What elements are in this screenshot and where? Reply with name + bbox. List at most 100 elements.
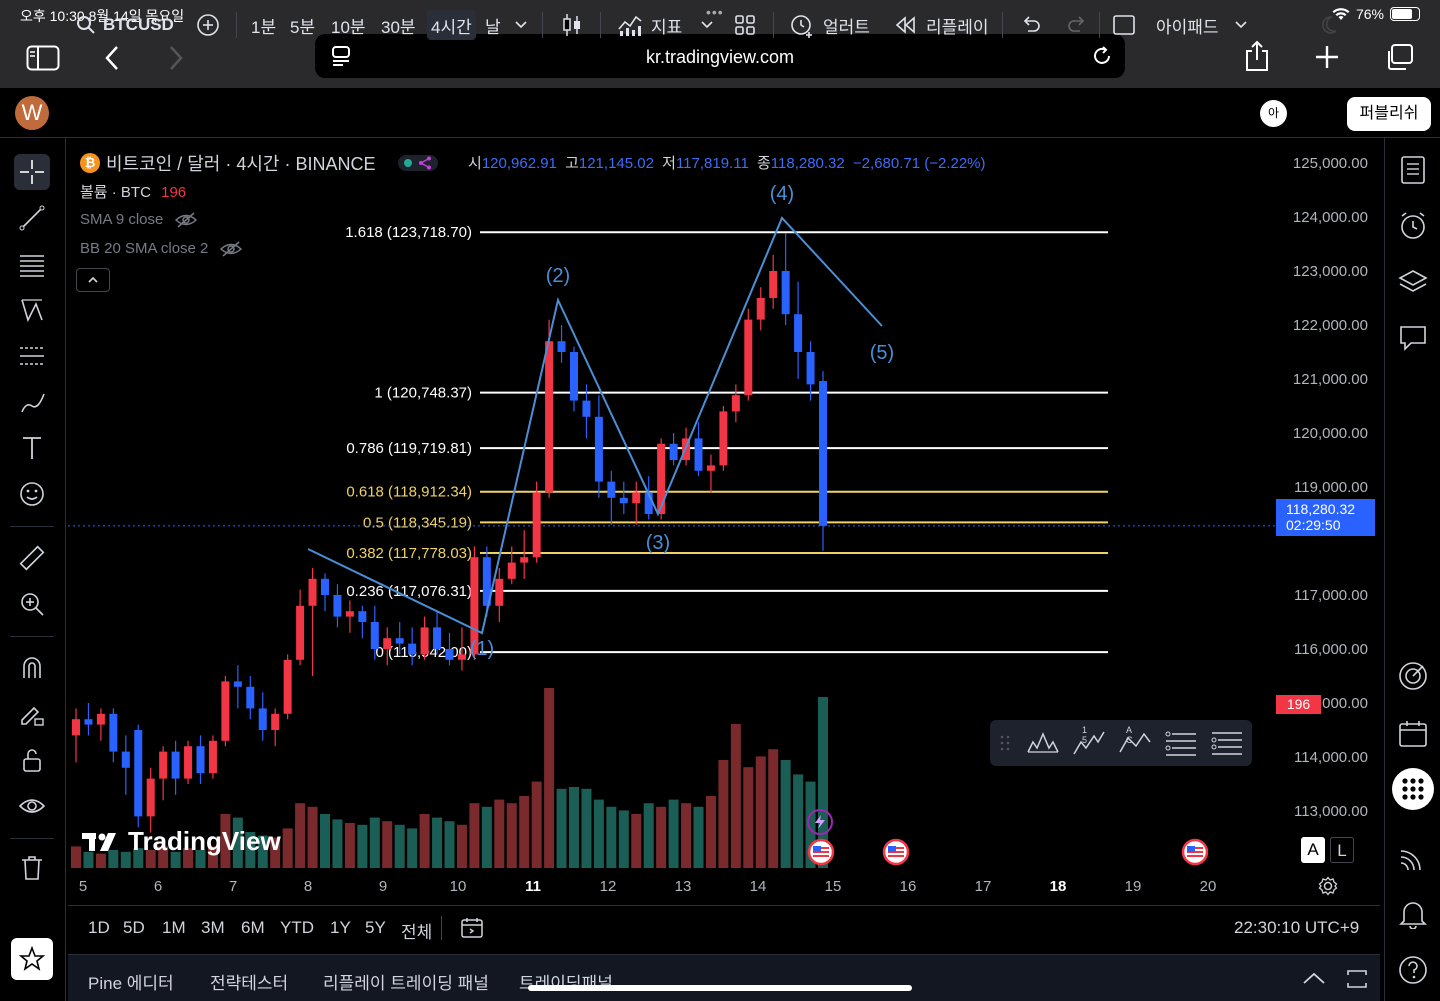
indicators-dropdown[interactable] bbox=[700, 10, 714, 40]
undo-button[interactable] bbox=[1020, 10, 1042, 40]
back-icon[interactable] bbox=[104, 45, 120, 71]
hide-drawings-tool[interactable] bbox=[14, 788, 50, 824]
layout-dropdown[interactable] bbox=[1234, 10, 1248, 40]
fib-extension-tool[interactable] bbox=[1164, 728, 1196, 758]
market-status-badge[interactable] bbox=[397, 155, 438, 171]
compare-symbol-button[interactable] bbox=[196, 10, 220, 40]
text-tool[interactable] bbox=[14, 430, 50, 466]
range-all[interactable]: 전체 bbox=[401, 918, 432, 943]
fib-retracement[interactable]: 1.618 (123,718.70) 1 (120,748.37) 0.786 (1… bbox=[68, 224, 1276, 661]
alert-button[interactable]: 얼러트 bbox=[789, 10, 870, 40]
zoom-tool[interactable] bbox=[14, 586, 50, 622]
head-shoulders-tool[interactable] bbox=[1026, 728, 1059, 758]
share-icon[interactable] bbox=[1244, 40, 1270, 72]
alerts-panel-button[interactable] bbox=[1395, 208, 1431, 244]
eye-hidden-icon[interactable] bbox=[220, 240, 243, 257]
range-1d[interactable]: 1D bbox=[88, 918, 110, 938]
magnet-tool[interactable] bbox=[14, 650, 50, 686]
chat-button[interactable] bbox=[1395, 320, 1431, 356]
timeframe-dropdown[interactable] bbox=[514, 10, 528, 40]
new-tab-icon[interactable] bbox=[1315, 45, 1339, 69]
forecast-tool[interactable] bbox=[14, 338, 50, 374]
emoji-tool[interactable] bbox=[14, 476, 50, 512]
symbol-search-button[interactable]: BTCUSD bbox=[76, 10, 174, 40]
timeframe-4h[interactable]: 4시간 bbox=[427, 10, 476, 40]
elliott-impulse-tool[interactable]: 1 5 bbox=[1072, 725, 1105, 758]
maximize-panel-icon[interactable] bbox=[1346, 968, 1368, 990]
tab-strategy-tester[interactable]: 전략테스터 bbox=[210, 969, 288, 994]
theme-toggle[interactable] bbox=[1320, 10, 1338, 40]
us-event-flag-icon[interactable] bbox=[1181, 838, 1209, 866]
bb-legend[interactable]: BB 20 SMA close 2 bbox=[80, 240, 243, 257]
trend-line-tool[interactable] bbox=[14, 200, 50, 236]
measure-tool[interactable] bbox=[14, 540, 50, 576]
timeframe-5m[interactable]: 5분 bbox=[290, 10, 315, 40]
eye-hidden-icon[interactable] bbox=[175, 211, 198, 228]
collapse-legend-button[interactable] bbox=[76, 268, 110, 292]
tabs-overview-icon[interactable] bbox=[1384, 43, 1414, 71]
symbol-legend[interactable]: ₿ 비트코인 / 달러 · 4시간 · BINANCE bbox=[80, 150, 438, 176]
timeframe-1d[interactable]: 날 bbox=[485, 10, 501, 40]
timeframe-10m[interactable]: 10분 bbox=[331, 10, 366, 40]
calendar-button[interactable] bbox=[1395, 716, 1431, 752]
range-6m[interactable]: 6M bbox=[241, 918, 265, 938]
range-1m[interactable]: 1M bbox=[162, 918, 186, 938]
elliott-correction-tool[interactable]: A C bbox=[1118, 725, 1151, 758]
streams-button[interactable] bbox=[1395, 840, 1431, 876]
user-avatar[interactable]: W bbox=[15, 96, 49, 130]
object-tree-button[interactable] bbox=[1395, 264, 1431, 300]
layout-name-button[interactable]: 아이패드 bbox=[1156, 10, 1219, 40]
volume-legend[interactable]: 볼륨 · BTC 196 bbox=[80, 181, 186, 202]
settings-gear-icon[interactable] bbox=[1318, 876, 1338, 896]
range-5d[interactable]: 5D bbox=[123, 918, 145, 938]
range-3m[interactable]: 3M bbox=[201, 918, 225, 938]
profile-avatar[interactable]: 아 bbox=[1260, 100, 1287, 127]
lock-drawings-tool[interactable] bbox=[14, 742, 50, 778]
forward-icon[interactable] bbox=[168, 45, 184, 71]
tab-replay-trading[interactable]: 리플레이 트레이딩 패널 bbox=[323, 969, 489, 994]
home-indicator[interactable] bbox=[528, 985, 912, 991]
price-chart[interactable]: 1.618 (123,718.70) 1 (120,748.37) 0.786 (1… bbox=[68, 140, 1380, 900]
stay-drawing-tool[interactable] bbox=[14, 696, 50, 732]
watchlist-button[interactable] bbox=[1395, 152, 1431, 188]
log-scale-button[interactable]: L bbox=[1330, 837, 1354, 863]
brush-tool[interactable] bbox=[14, 384, 50, 420]
range-ytd[interactable]: YTD bbox=[280, 918, 314, 938]
chart-type-button[interactable] bbox=[560, 10, 584, 40]
fib-tool[interactable] bbox=[14, 246, 50, 282]
fib-retracement-tool[interactable] bbox=[1210, 728, 1242, 758]
pattern-tool[interactable] bbox=[14, 292, 50, 328]
price-axis[interactable]: 125,000.00 124,000.00 123,000.00 122,000.00… bbox=[1293, 155, 1368, 820]
chevron-up-icon[interactable] bbox=[1302, 971, 1326, 985]
ideas-button[interactable] bbox=[1395, 658, 1431, 694]
redo-button[interactable] bbox=[1066, 10, 1088, 40]
timeframe-30m[interactable]: 30분 bbox=[381, 10, 416, 40]
event-flash-marker[interactable] bbox=[807, 809, 833, 835]
indicators-button[interactable]: 지표 bbox=[617, 10, 682, 40]
sma-legend[interactable]: SMA 9 close bbox=[80, 211, 198, 228]
tab-pine-editor[interactable]: Pine 에디터 bbox=[88, 969, 174, 994]
replay-button[interactable]: 리플레이 bbox=[894, 10, 989, 40]
chart-pane[interactable]: 1.618 (123,718.70) 1 (120,748.37) 0.786 (1… bbox=[68, 140, 1380, 900]
fullscreen-button[interactable] bbox=[1112, 10, 1136, 40]
publish-button[interactable]: 퍼블리쉬 bbox=[1347, 97, 1431, 131]
drag-handle-icon[interactable] bbox=[1000, 734, 1010, 752]
address-bar[interactable]: kr.tradingview.com bbox=[315, 34, 1125, 78]
remove-drawings-tool[interactable] bbox=[14, 850, 50, 886]
crosshair-tool[interactable] bbox=[14, 154, 50, 190]
range-1y[interactable]: 1Y bbox=[330, 918, 351, 938]
go-to-date-icon[interactable] bbox=[460, 916, 484, 940]
notifications-button[interactable] bbox=[1395, 896, 1431, 932]
us-event-flag-icon[interactable] bbox=[807, 838, 835, 866]
sidebar-icon[interactable] bbox=[26, 45, 60, 71]
help-button[interactable] bbox=[1395, 952, 1431, 988]
timeframe-1m[interactable]: 1분 bbox=[251, 10, 276, 40]
us-event-flag-icon[interactable] bbox=[882, 838, 910, 866]
favorite-drawings-panel[interactable]: 1 5 A C bbox=[990, 720, 1252, 766]
range-5y[interactable]: 5Y bbox=[365, 918, 386, 938]
reload-icon[interactable] bbox=[1091, 45, 1113, 67]
auto-scale-button[interactable]: A bbox=[1301, 837, 1325, 863]
templates-button[interactable] bbox=[734, 10, 756, 40]
time-axis[interactable]: 5 6 7 8 9 10 11 12 13 14 15 16 17 18 19 20 bbox=[79, 878, 1217, 895]
timezone-clock[interactable]: 22:30:10 UTC+9 bbox=[1234, 918, 1359, 938]
